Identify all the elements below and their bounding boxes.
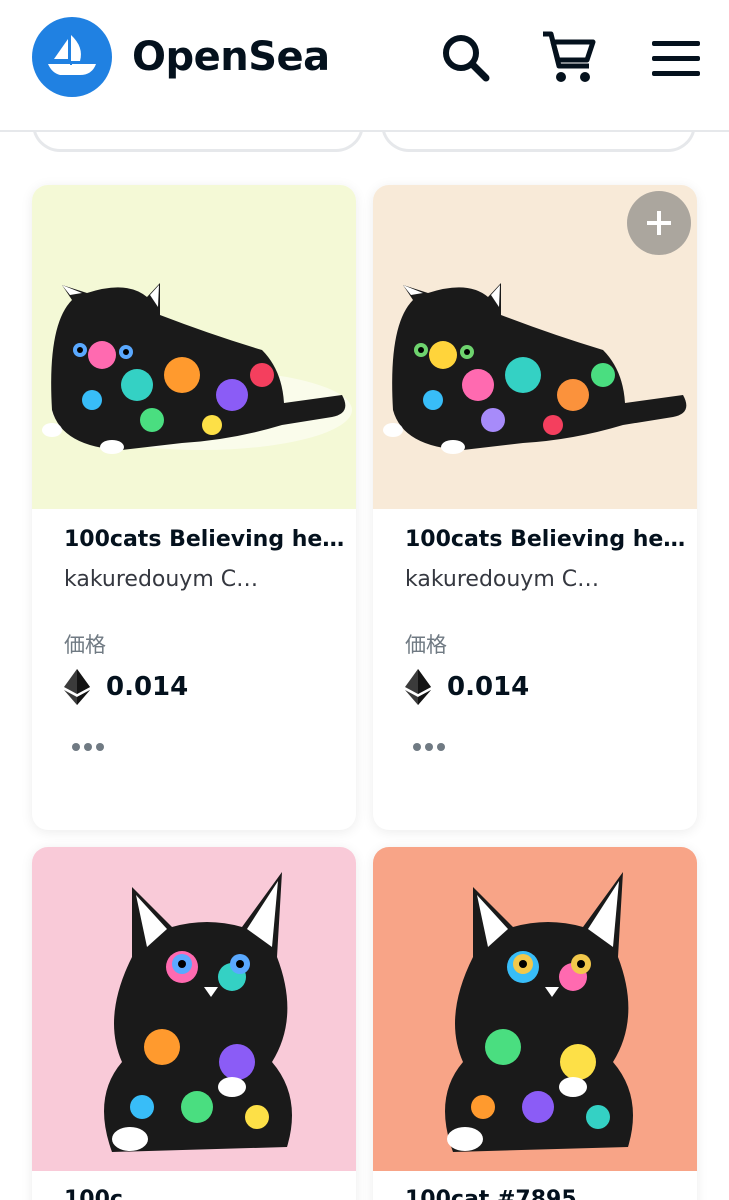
price-row: 0.014 xyxy=(405,669,529,705)
price-value: 0.014 xyxy=(106,672,189,702)
add-to-cart-button[interactable] xyxy=(627,191,691,255)
plus-icon xyxy=(647,211,671,235)
price-label: 価格 xyxy=(64,633,106,657)
top-navbar: OpenSea xyxy=(0,0,729,132)
collection-name[interactable]: kakuredouym C… xyxy=(64,567,354,592)
price-value: 0.014 xyxy=(447,672,530,702)
price-row: 0.014 xyxy=(64,669,188,705)
nft-card[interactable]: 100cats Believing he… kakuredouym C… 価格 … xyxy=(32,185,356,830)
brand-name[interactable]: OpenSea xyxy=(132,34,330,80)
nft-image[interactable] xyxy=(373,847,697,1171)
sailboat-logo-icon xyxy=(48,35,96,75)
nft-image[interactable] xyxy=(32,847,356,1171)
search-icon[interactable] xyxy=(436,28,496,88)
collection-name[interactable]: kakuredouym C… xyxy=(405,567,695,592)
nft-title[interactable]: 100c xyxy=(64,1187,123,1200)
nft-title[interactable]: 100cats Believing he… xyxy=(64,527,354,552)
nft-image[interactable] xyxy=(32,185,356,509)
price-label: 価格 xyxy=(405,633,447,657)
nft-card[interactable]: 100cats Believing he… kakuredouym C… 価格 … xyxy=(373,185,697,830)
cart-icon[interactable] xyxy=(539,28,599,88)
menu-icon[interactable] xyxy=(646,28,706,88)
nft-title[interactable]: 100cats Believing he… xyxy=(405,527,695,552)
ethereum-icon xyxy=(64,669,90,705)
nft-card[interactable]: 100c xyxy=(32,847,356,1200)
more-options-icon[interactable] xyxy=(411,737,451,757)
opensea-logo[interactable] xyxy=(32,17,112,97)
nft-card[interactable]: 100cat #7895 xyxy=(373,847,697,1200)
ethereum-icon xyxy=(405,669,431,705)
more-options-icon[interactable] xyxy=(70,737,110,757)
nft-title[interactable]: 100cat #7895 xyxy=(405,1187,577,1200)
